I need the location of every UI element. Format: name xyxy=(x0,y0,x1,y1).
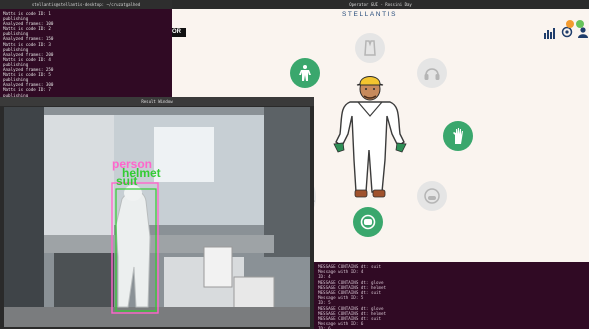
bottom-terminal-output[interactable]: MESSAGE CONTAINS dt: suit Message with ID… xyxy=(314,262,589,329)
ppe-gloves-indicator[interactable] xyxy=(443,121,473,151)
coverall-suit-icon xyxy=(299,65,311,81)
status-dot-orange xyxy=(566,20,574,28)
ppe-mask-indicator[interactable] xyxy=(417,181,447,211)
brand-logo: STELLANTIS xyxy=(342,11,398,18)
ppe-ear-indicator[interactable] xyxy=(417,58,447,88)
status-dots xyxy=(564,13,584,32)
status-dot-green xyxy=(576,20,584,28)
video-feed: person helmet suit xyxy=(4,107,310,327)
lab-scene xyxy=(4,107,310,327)
result-window[interactable]: Result Window person helmet suit xyxy=(0,97,314,329)
ppe-suit-indicator[interactable] xyxy=(290,58,320,88)
top-terminal-titlebar[interactable]: stellantis@stellantis-desktop: ~/cruzatg… xyxy=(0,0,172,9)
operator-app-titlebar[interactable]: Operator GUI - Rossini Day xyxy=(172,0,589,9)
ppe-helmet-indicator[interactable] xyxy=(355,33,385,63)
top-terminal-output[interactable]: Matts is code ID: 1 publishing Analyzed fr… xyxy=(0,9,172,97)
vest-icon xyxy=(364,40,376,56)
face-shield-icon xyxy=(360,214,376,230)
result-window-title: Result Window xyxy=(141,99,173,104)
operator-app-title: Operator GUI - Rossini Day xyxy=(349,2,412,7)
top-terminal-title: stellantis@stellantis-desktop: ~/cruzatg… xyxy=(31,2,141,7)
ear-protection-icon xyxy=(424,68,440,80)
suit-detection-label: suit xyxy=(116,174,138,188)
ppe-face-shield-indicator[interactable] xyxy=(353,207,383,237)
stats-icon[interactable] xyxy=(544,24,555,43)
top-terminal-window[interactable]: stellantis@stellantis-desktop: ~/cruzatg… xyxy=(0,0,172,97)
glove-icon xyxy=(453,128,463,144)
partial-text: OR xyxy=(172,28,186,37)
worker-figure xyxy=(333,76,407,198)
respirator-mask-icon xyxy=(424,188,440,204)
result-window-titlebar[interactable]: Result Window xyxy=(0,97,314,106)
